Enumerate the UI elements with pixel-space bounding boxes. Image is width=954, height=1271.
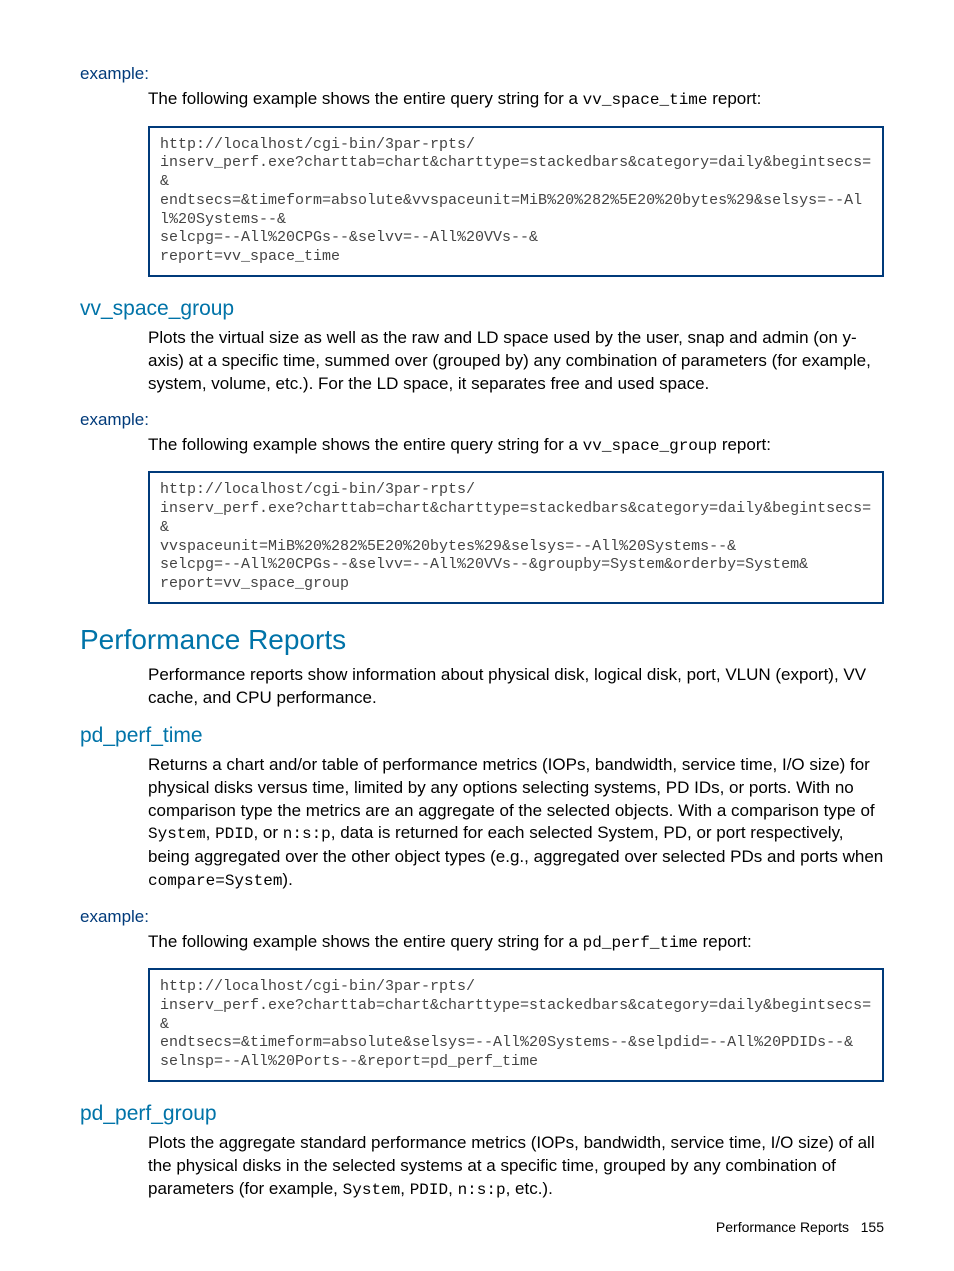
example-label-1: example: — [80, 64, 884, 84]
heading-vv-space-group: vv_space_group — [80, 297, 884, 321]
example-2-intro: The following example shows the entire q… — [148, 434, 884, 458]
pd-perf-group-para: Plots the aggregate standard performance… — [148, 1132, 884, 1201]
page-footer: Performance Reports 155 — [716, 1219, 884, 1235]
inline-code: n:s:p — [283, 825, 331, 843]
example-label-3: example: — [80, 907, 884, 927]
inline-code: vv_space_group — [583, 437, 717, 455]
heading-pd-perf-group: pd_perf_group — [80, 1102, 884, 1126]
example-1-intro: The following example shows the entire q… — [148, 88, 884, 112]
performance-reports-para: Performance reports show information abo… — [148, 664, 884, 710]
pd-perf-time-para: Returns a chart and/or table of performa… — [148, 754, 884, 893]
example-3-intro: The following example shows the entire q… — [148, 931, 884, 955]
vv-space-group-para: Plots the virtual size as well as the ra… — [148, 327, 884, 396]
text-run: , — [400, 1179, 409, 1198]
text-run: report: — [717, 435, 771, 454]
text-run: , etc.). — [506, 1179, 553, 1198]
text-run: ). — [282, 870, 292, 889]
text-run: The following example shows the entire q… — [148, 932, 583, 951]
text-run: , or — [253, 823, 282, 842]
text-run: , — [206, 823, 215, 842]
text-run: report: — [698, 932, 752, 951]
text-run: report: — [708, 89, 762, 108]
inline-code: pd_perf_time — [583, 934, 698, 952]
inline-code: compare=System — [148, 872, 282, 890]
code-block-1: http://localhost/cgi-bin/3par-rpts/ inse… — [148, 126, 884, 277]
page-number: 155 — [861, 1219, 884, 1235]
text-run: The following example shows the entire q… — [148, 89, 583, 108]
inline-code: System — [343, 1181, 401, 1199]
text-run: Returns a chart and/or table of performa… — [148, 755, 875, 820]
inline-code: System — [148, 825, 206, 843]
heading-pd-perf-time: pd_perf_time — [80, 724, 884, 748]
inline-code: n:s:p — [458, 1181, 506, 1199]
footer-label: Performance Reports — [716, 1219, 849, 1235]
example-label-2: example: — [80, 410, 884, 430]
inline-code: PDID — [215, 825, 253, 843]
code-block-3: http://localhost/cgi-bin/3par-rpts/ inse… — [148, 968, 884, 1082]
inline-code: vv_space_time — [583, 91, 708, 109]
code-block-2: http://localhost/cgi-bin/3par-rpts/ inse… — [148, 471, 884, 604]
text-run: The following example shows the entire q… — [148, 435, 583, 454]
document-page: example: The following example shows the… — [0, 0, 954, 1271]
heading-performance-reports: Performance Reports — [80, 624, 884, 656]
inline-code: PDID — [410, 1181, 448, 1199]
text-run: , — [448, 1179, 457, 1198]
